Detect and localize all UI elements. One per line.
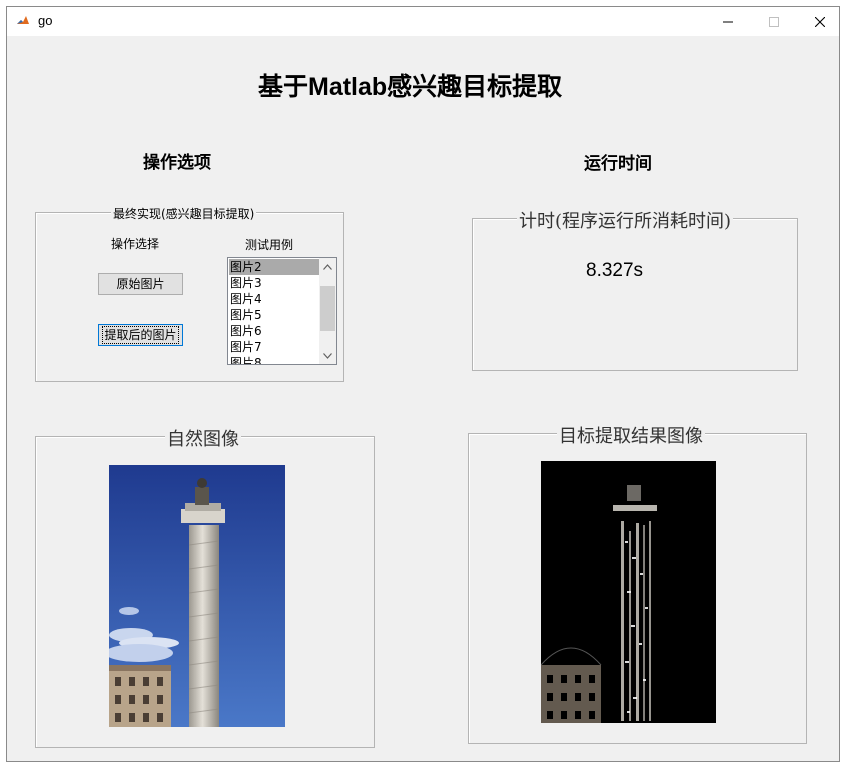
close-button[interactable] [797, 7, 843, 36]
scroll-up-button[interactable] [319, 258, 336, 275]
list-item[interactable]: 图片5 [229, 307, 320, 323]
maximize-icon [769, 16, 779, 27]
listbox-items: 图片2 图片3 图片4 图片5 图片6 图片7 图片8 [229, 259, 320, 364]
scrollbar-thumb[interactable] [320, 286, 335, 331]
window-title: go [38, 13, 53, 28]
natural-image [109, 465, 285, 727]
scroll-down-button[interactable] [319, 347, 336, 364]
test-case-label: 测试用例 [245, 238, 294, 252]
minimize-button[interactable] [705, 7, 751, 36]
list-item[interactable]: 图片3 [229, 275, 320, 291]
close-icon [815, 16, 825, 27]
test-case-listbox[interactable]: 图片2 图片3 图片4 图片5 图片6 图片7 图片8 [227, 257, 337, 365]
list-item[interactable]: 图片2 [229, 259, 320, 275]
chevron-down-icon [323, 352, 332, 359]
result-image [541, 461, 716, 723]
matlab-icon [16, 14, 30, 28]
list-item[interactable]: 图片8 [229, 355, 320, 364]
maximize-button[interactable] [751, 7, 797, 36]
timer-panel-title: 计时(程序运行所消耗时间) [517, 207, 734, 233]
minimize-icon [723, 21, 733, 22]
result-image-title: 目标提取结果图像 [557, 422, 705, 448]
runtime-title: 运行时间 [584, 154, 652, 174]
page-title: 基于Matlab感兴趣目标提取 [258, 73, 563, 101]
ops-title: 操作选项 [143, 153, 211, 173]
extracted-image-button-label: 提取后的图片 [102, 326, 179, 344]
original-image-button-label: 原始图片 [116, 277, 165, 291]
op-select-label: 操作选择 [111, 237, 160, 251]
extracted-image-button[interactable]: 提取后的图片 [98, 324, 183, 346]
list-item[interactable]: 图片7 [229, 339, 320, 355]
app-window: go 基于Matlab感兴趣目标提取 操作选项 运行时间 最终实现(感兴趣目标提… [6, 6, 840, 762]
timer-value: 8.327s [586, 260, 644, 281]
listbox-scrollbar[interactable] [319, 258, 336, 364]
timer-panel [472, 218, 798, 371]
final-panel-title: 最终实现(感兴趣目标提取) [111, 205, 257, 222]
original-image-button[interactable]: 原始图片 [98, 273, 183, 295]
natural-image-title: 自然图像 [165, 425, 241, 451]
chevron-up-icon [323, 263, 332, 270]
list-item[interactable]: 图片4 [229, 291, 320, 307]
list-item[interactable]: 图片6 [229, 323, 320, 339]
title-bar: go [7, 7, 839, 36]
